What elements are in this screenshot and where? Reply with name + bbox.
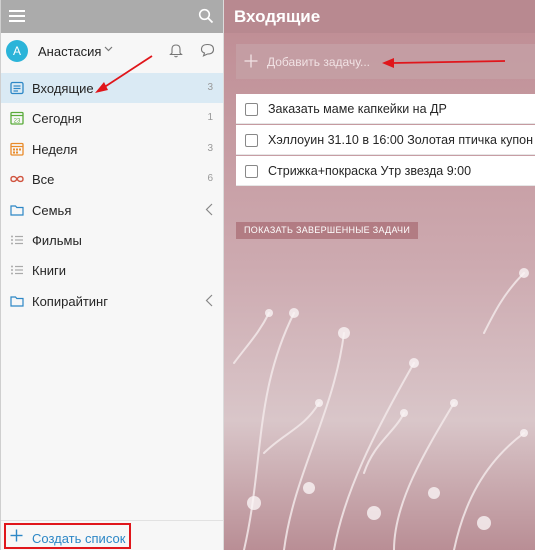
list-icon [11, 265, 23, 275]
sidebar-footer: Создать список [1, 520, 223, 550]
task-row[interactable]: Стрижка+покраска Утр звезда 9:00 [236, 156, 535, 186]
sidebar-item-week[interactable]: Неделя 3 [1, 134, 223, 164]
header-bar: Входящие [224, 0, 535, 33]
sidebar-item-family[interactable]: Семья [1, 195, 223, 225]
sidebar-item-today[interactable]: 23 Сегодня 1 [1, 103, 223, 133]
main-panel: Входящие Добавить задачу... Заказать мам… [224, 0, 535, 550]
menu-icon[interactable] [9, 10, 25, 22]
comment-icon[interactable] [200, 43, 215, 57]
user-name[interactable]: Анастасия [38, 44, 101, 59]
sidebar-item-label: Все [32, 172, 55, 188]
sidebar-item-count: 1 [207, 112, 213, 124]
plus-icon[interactable] [10, 529, 23, 542]
add-task-bar[interactable]: Добавить задачу... [236, 44, 535, 79]
sidebar-toolbar [1, 0, 223, 33]
chevron-down-icon[interactable] [104, 46, 113, 52]
folder-icon [10, 204, 24, 216]
sidebar-item-label: Семья [32, 202, 72, 218]
sidebar-item-copywriting[interactable]: Копирайтинг [1, 286, 223, 316]
search-icon[interactable] [198, 8, 214, 24]
add-task-input[interactable]: Добавить задачу... [267, 55, 370, 69]
sidebar-item-label: Неделя [32, 141, 78, 157]
svg-text:23: 23 [14, 119, 21, 125]
sidebar-item-count: 6 [207, 173, 213, 185]
sidebar-item-label: Входящие [32, 81, 94, 96]
sidebar-list: Входящие 3 23 Сегодня 1 Неделя 3 Все 6 С… [1, 73, 223, 316]
sidebar-item-label: Книги [32, 263, 67, 279]
sidebar-item-label: Фильмы [32, 232, 82, 248]
inbox-icon [10, 81, 24, 95]
user-row[interactable]: А Анастасия [1, 33, 223, 69]
page-title: Входящие [234, 7, 321, 26]
sidebar-item-movies[interactable]: Фильмы [1, 225, 223, 255]
task-checkbox[interactable] [245, 103, 258, 116]
bell-icon[interactable] [169, 43, 183, 58]
sidebar-item-count: 3 [207, 82, 213, 93]
avatar[interactable]: А [6, 40, 28, 62]
sidebar: А Анастасия Входящие 3 23 Сегодня 1 Неде… [0, 0, 224, 550]
sidebar-item-label: Копирайтинг [32, 293, 108, 309]
calendar-today-icon: 23 [10, 112, 24, 126]
task-checkbox[interactable] [245, 134, 258, 147]
task-checkbox[interactable] [245, 165, 258, 178]
chevron-left-icon[interactable] [205, 203, 213, 216]
task-row[interactable]: Хэллоуин 31.10 в 16:00 Золотая птичка ку… [236, 125, 535, 155]
show-completed-button[interactable]: ПОКАЗАТЬ ЗАВЕРШЕННЫЕ ЗАДАЧИ [236, 222, 419, 239]
task-list: Заказать маме капкейки на ДР Хэллоуин 31… [236, 94, 535, 187]
chevron-left-icon[interactable] [205, 294, 213, 307]
infinity-icon [10, 176, 24, 183]
sidebar-item-count: 3 [207, 142, 213, 154]
plus-icon [244, 54, 258, 68]
task-title[interactable]: Стрижка+покраска Утр звезда 9:00 [268, 164, 471, 178]
task-title[interactable]: Заказать маме капкейки на ДР [268, 102, 447, 116]
sidebar-item-inbox[interactable]: Входящие 3 [1, 73, 223, 104]
task-row[interactable]: Заказать маме капкейки на ДР [236, 94, 535, 124]
list-icon [11, 235, 23, 245]
sidebar-item-label: Сегодня [32, 111, 82, 127]
calendar-week-icon [10, 142, 24, 156]
sidebar-item-all[interactable]: Все 6 [1, 164, 223, 194]
folder-icon [10, 296, 24, 307]
sidebar-item-books[interactable]: Книги [1, 255, 223, 285]
create-list-button[interactable]: Создать список [32, 531, 125, 546]
task-title[interactable]: Хэллоуин 31.10 в 16:00 Золотая птичка ку… [268, 133, 533, 147]
